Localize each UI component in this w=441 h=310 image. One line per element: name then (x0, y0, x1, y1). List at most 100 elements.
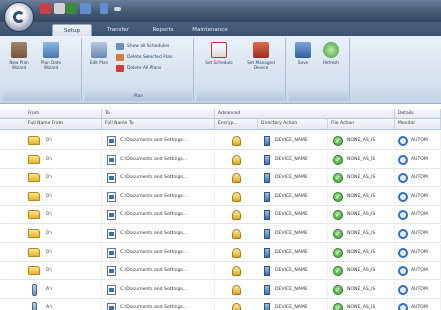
encryption-key-icon (232, 191, 241, 202)
table-row[interactable]: 0:\ C:\Documents and Settings... DEVICE_… (0, 206, 441, 225)
column-full-name-to[interactable]: Full Name To (102, 119, 215, 129)
checkmark-icon: ✓ (333, 247, 343, 258)
document-icon (107, 266, 116, 277)
cell-from: 0:\ (46, 243, 102, 262)
delete-all-icon (116, 65, 124, 72)
document-icon (107, 303, 116, 310)
checkmark-icon: ✓ (333, 284, 343, 295)
column-full-name-from[interactable]: Full Name From (0, 119, 102, 129)
title-bar (0, 0, 441, 22)
column-monitor[interactable]: Monitor (395, 119, 441, 129)
drive-icon (32, 302, 37, 310)
tab-setup[interactable]: Setup (52, 24, 92, 36)
cell-monitor: AUTOM (411, 243, 441, 262)
header-group-from: From (0, 109, 102, 118)
refresh-button[interactable]: Refresh (318, 40, 344, 88)
table-row[interactable]: 0:\ C:\Documents and Settings... DEVICE_… (0, 169, 441, 188)
edit-plan-button[interactable]: Edit Plan (86, 40, 112, 88)
set-managed-device-button[interactable]: Set Managed Device (242, 40, 280, 88)
folder-icon (28, 136, 40, 145)
header-groups: From To Advanced Details (0, 109, 441, 119)
header-group-advanced: Advanced (215, 109, 395, 118)
cell-file-action: NONE_AS_IS (347, 150, 395, 169)
quick-access-icon[interactable] (40, 3, 51, 14)
ribbon-group-label: Plan (85, 92, 192, 101)
directory-action-icon (264, 303, 270, 310)
column-encryption[interactable]: Encryp... (215, 119, 258, 129)
save-button[interactable]: Save (290, 40, 316, 88)
ribbon: New Plan Wizard Plan Date Wizard Edit Pl… (0, 36, 441, 104)
cell-directory-action: DEVICE_NAME (275, 262, 328, 281)
quick-access-icon[interactable] (66, 3, 77, 14)
directory-action-icon (264, 284, 270, 295)
folder-icon (28, 154, 40, 164)
refresh-icon (323, 42, 339, 58)
cell-monitor: AUTOM (411, 187, 441, 206)
table-row[interactable]: 0:\ C:\Documents and Settings... DEVICE_… (0, 243, 441, 262)
document-icon (107, 229, 116, 239)
quick-access-icon[interactable] (54, 3, 65, 14)
quick-access-dropdown-icon[interactable] (114, 7, 121, 11)
directory-action-icon (264, 191, 270, 202)
cell-file-action: NONE_AS_IS (347, 132, 395, 150)
table-row[interactable]: 0:\ C:\Documents and Settings... DEVICE_… (0, 225, 441, 243)
document-icon (107, 173, 116, 184)
show-all-schedules-button[interactable]: Show all Schedules (116, 42, 169, 51)
document-icon (107, 154, 116, 165)
table-row[interactable]: 0:\ C:\Documents and Settings... DEVICE_… (0, 262, 441, 281)
encryption-key-icon (232, 284, 241, 295)
monitor-auto-icon (398, 191, 408, 202)
cell-to: C:\Documents and Settings... (120, 187, 215, 206)
cell-from: 0:\ (46, 187, 102, 206)
document-icon (107, 191, 116, 202)
column-file-action[interactable]: File Action (328, 119, 395, 129)
new-plan-wizard-button[interactable]: New Plan Wizard (6, 40, 32, 88)
cell-file-action: NONE_AS_IS (347, 187, 395, 206)
schedule-icon (116, 43, 124, 50)
directory-action-icon (264, 136, 270, 146)
table-row[interactable]: 0:\ C:\Documents and Settings... DEVICE_… (0, 187, 441, 206)
monitor-auto-icon (398, 154, 408, 165)
tab-maintenance[interactable]: Maintenance (188, 24, 232, 36)
tab-reports[interactable]: Reports (143, 24, 183, 36)
tab-transfer[interactable]: Transfer (98, 24, 138, 36)
directory-action-icon (264, 173, 270, 184)
delete-all-plans-button[interactable]: Delete All Plans (116, 64, 161, 73)
cell-to: C:\Documents and Settings... (120, 280, 215, 299)
table-row[interactable]: 0:\ C:\Documents and Settings... DEVICE_… (0, 150, 441, 169)
cell-directory-action: DEVICE_NAME (275, 132, 328, 150)
quick-access-icon[interactable] (80, 3, 91, 14)
ribbon-group-plan: Edit Plan Show all Schedules Delete Sele… (84, 38, 194, 101)
folder-icon (28, 229, 40, 238)
set-schedule-button[interactable]: Set Schedule (202, 40, 236, 88)
cell-file-action: NONE_AS_IS (347, 225, 395, 243)
plans-grid: From To Advanced Details Full Name From … (0, 104, 441, 310)
header-columns: Full Name From Full Name To Encryp... Di… (0, 119, 441, 130)
cell-file-action: NONE_AS_IS (347, 299, 395, 310)
checkmark-icon: ✓ (333, 173, 343, 184)
checkmark-icon: ✓ (333, 136, 343, 146)
header-group-details: Details (395, 109, 441, 118)
document-icon (107, 136, 116, 146)
table-row[interactable]: A:\ C:\Documents and Settings... DEVICE_… (0, 280, 441, 299)
application-menu-button[interactable] (4, 2, 34, 32)
cell-from: 0:\ (46, 262, 102, 281)
cell-monitor: AUTOM (411, 206, 441, 225)
column-directory-action[interactable]: Directory Action (258, 119, 328, 129)
edit-plan-icon (91, 42, 107, 58)
ribbon-tabs: Setup Transfer Reports Maintenance (0, 22, 441, 36)
folder-icon (28, 247, 40, 257)
cell-directory-action: DEVICE_NAME (275, 299, 328, 310)
plan-date-wizard-button[interactable]: Plan Date Wizard (38, 40, 64, 88)
directory-action-icon (264, 210, 270, 221)
quick-access-icon[interactable] (100, 3, 108, 14)
delete-selected-plan-button[interactable]: Delete Selected Plan (116, 53, 173, 62)
monitor-auto-icon (398, 173, 408, 184)
cell-from: 0:\ (46, 169, 102, 188)
table-row[interactable]: A:\ C:\Documents and Settings... DEVICE_… (0, 299, 441, 310)
encryption-key-icon (232, 136, 241, 146)
cell-directory-action: DEVICE_NAME (275, 169, 328, 188)
cell-from: A:\ (46, 280, 102, 299)
table-row[interactable]: 0:\ C:\Documents and Settings... DEVICE_… (0, 132, 441, 150)
calendar-wizard-icon (43, 42, 59, 58)
